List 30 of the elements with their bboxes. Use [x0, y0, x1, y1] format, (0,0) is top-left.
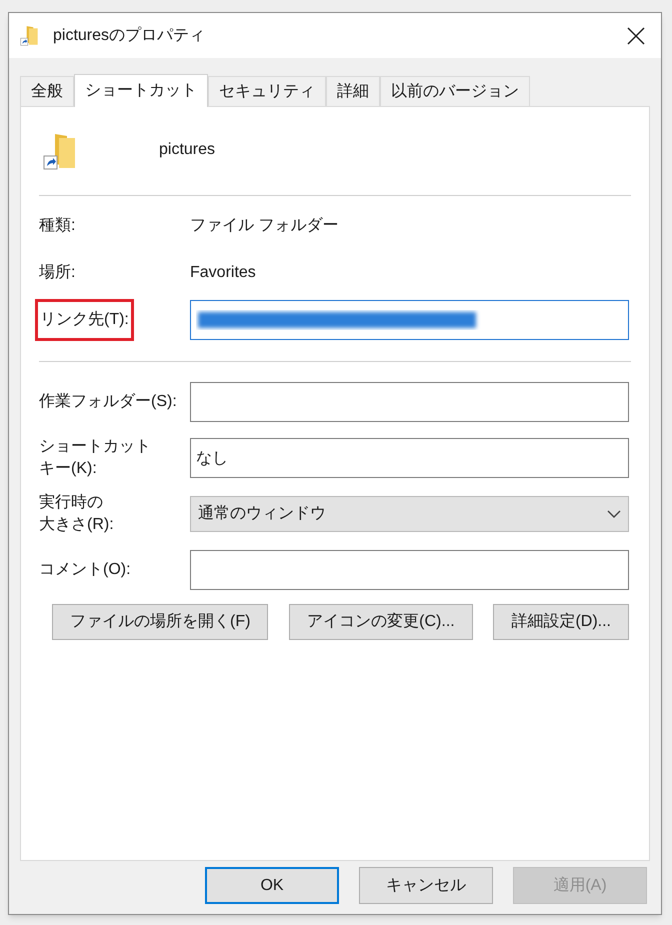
tab[interactable]: 詳細 [326, 76, 380, 106]
tab[interactable]: 全般 [20, 76, 74, 106]
tab[interactable]: 以前のバージョン [380, 76, 530, 106]
window-title: picturesのプロパティ [53, 26, 206, 46]
input-field[interactable] [190, 382, 629, 422]
field-label: キー(K): [39, 459, 98, 479]
field-label: 実行時の [39, 492, 104, 513]
field-label: 作業フォルダー(S): [39, 392, 178, 412]
file-name: pictures [159, 140, 216, 160]
input-field[interactable]: なし [190, 438, 629, 478]
input-field[interactable] [190, 550, 629, 590]
property-value: Favorites [190, 262, 256, 282]
tab[interactable]: セキュリティ [208, 76, 326, 106]
field-label: ショートカット [39, 437, 152, 457]
dialog-button[interactable]: OK [205, 867, 339, 904]
property-value: ファイル フォルダー [190, 216, 338, 236]
action-button[interactable]: 詳細設定(D)... [493, 604, 629, 640]
dialog-button[interactable]: キャンセル [359, 867, 493, 904]
property-label: 場所: [38, 262, 76, 282]
close-icon [627, 26, 645, 44]
action-button[interactable]: アイコンの変更(C)... [289, 604, 473, 640]
field-label: リンク先(T): [35, 299, 134, 341]
action-button[interactable]: ファイルの場所を開く(F) [52, 604, 268, 640]
chevron-down-icon [607, 510, 621, 518]
property-label: 種類: [38, 216, 76, 236]
size-dropdown[interactable]: 通常のウィンドウ [190, 496, 629, 532]
field-label: コメント(O): [39, 560, 132, 580]
field-label: 大きさ(R): [39, 514, 115, 535]
target-input-field[interactable] [190, 300, 629, 340]
tab[interactable]: ショートカット [74, 74, 208, 107]
